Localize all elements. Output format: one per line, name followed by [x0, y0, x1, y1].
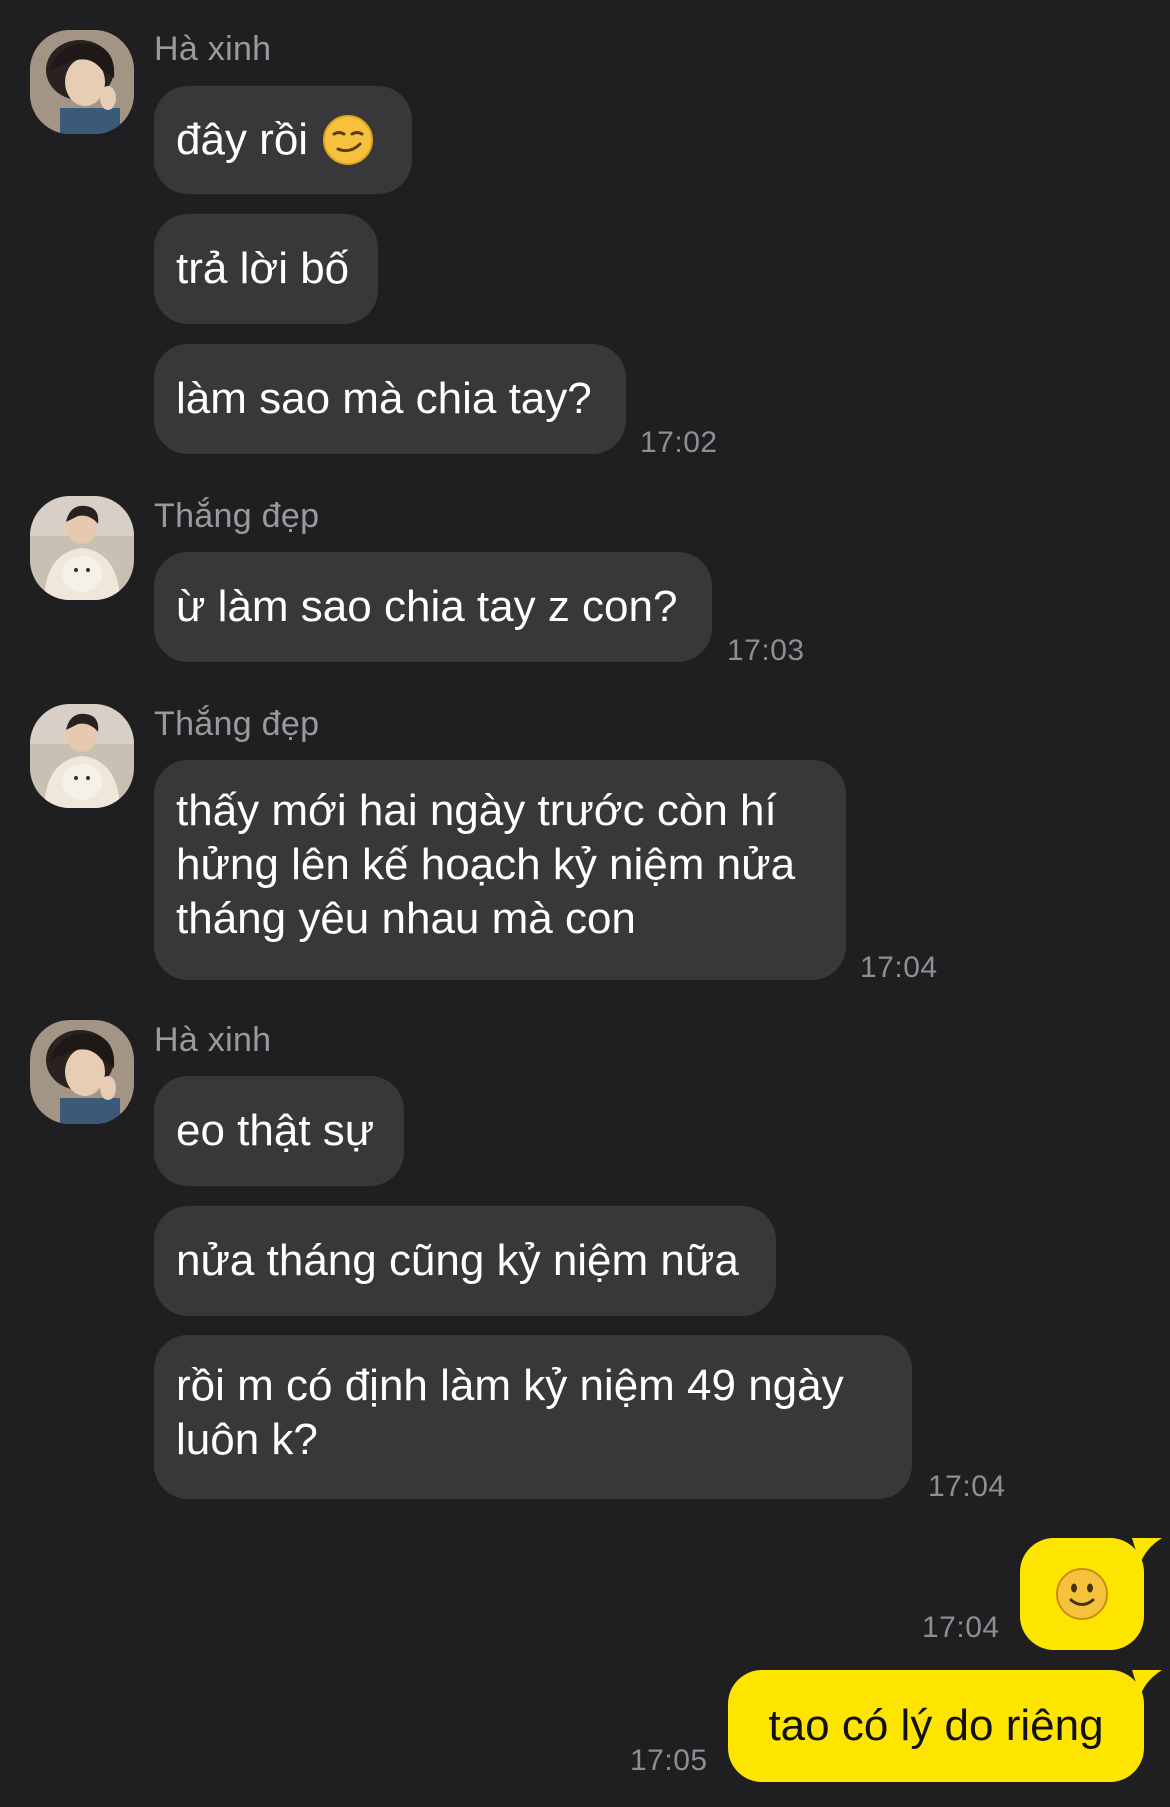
- message-text-line: rồi m có định làm kỷ niệm 49 ngày: [176, 1361, 844, 1410]
- profile-photo-icon: [30, 496, 134, 600]
- message-bubble[interactable]: thấy mới hai ngày trước còn hí hửng lên …: [154, 760, 846, 980]
- message-text-line: luôn k?: [176, 1415, 318, 1464]
- message-bubble[interactable]: rồi m có định làm kỷ niệm 49 ngày luôn k…: [154, 1335, 912, 1499]
- message-text: nửa tháng cũng kỷ niệm nữa: [176, 1236, 739, 1285]
- message-text: đây rồi: [176, 115, 309, 164]
- profile-photo-icon: [30, 30, 134, 134]
- message-bubble[interactable]: trả lời bố: [154, 214, 378, 324]
- message-text: trả lời bố: [176, 244, 350, 293]
- slightly-smiling-face-icon: [1056, 1568, 1108, 1620]
- avatar-thang-dep[interactable]: [30, 704, 134, 808]
- sender-name: Thắng đẹp: [154, 705, 320, 743]
- my-message-text: tao có lý do riêng: [768, 1701, 1104, 1750]
- message-timestamp: 17:04: [860, 951, 938, 984]
- bubble-tail-icon: [1132, 1670, 1162, 1696]
- my-message-bubble[interactable]: [1020, 1538, 1144, 1650]
- message-timestamp: 17:04: [928, 1470, 1006, 1503]
- sender-name: Hà xinh: [154, 30, 272, 68]
- message-timestamp: 17:04: [922, 1611, 1000, 1644]
- message-bubble[interactable]: đây rồi: [154, 86, 412, 194]
- message-timestamp: 17:03: [727, 634, 805, 667]
- avatar-ha-xinh[interactable]: [30, 30, 134, 134]
- message-text: ừ làm sao chia tay z con?: [176, 582, 678, 631]
- message-bubble[interactable]: ừ làm sao chia tay z con?: [154, 552, 712, 662]
- avatar-ha-xinh[interactable]: [30, 1020, 134, 1124]
- message-bubble[interactable]: làm sao mà chia tay?: [154, 344, 626, 454]
- profile-photo-icon: [30, 704, 134, 808]
- profile-photo-icon: [30, 1020, 134, 1124]
- my-message-bubble[interactable]: tao có lý do riêng: [728, 1670, 1144, 1782]
- sender-name: Hà xinh: [154, 1021, 272, 1059]
- sender-name: Thắng đẹp: [154, 497, 320, 535]
- message-text: làm sao mà chia tay?: [176, 374, 592, 423]
- message-text-line: tháng yêu nhau mà con: [176, 894, 636, 943]
- chat-thread[interactable]: Hà xinh đây rồi trả lời bố làm sao mà ch…: [0, 0, 1170, 1807]
- message-text: eo thật sự: [176, 1106, 375, 1155]
- message-text-line: thấy mới hai ngày trước còn hí: [176, 786, 777, 835]
- smirking-face-icon: [323, 115, 374, 165]
- message-bubble[interactable]: eo thật sự: [154, 1076, 404, 1186]
- message-timestamp: 17:05: [630, 1744, 708, 1777]
- message-bubble[interactable]: nửa tháng cũng kỷ niệm nữa: [154, 1206, 776, 1316]
- message-text-line: hửng lên kế hoạch kỷ niệm nửa: [176, 840, 796, 889]
- message-timestamp: 17:02: [640, 426, 718, 459]
- bubble-tail-icon: [1132, 1538, 1162, 1564]
- avatar-thang-dep[interactable]: [30, 496, 134, 600]
